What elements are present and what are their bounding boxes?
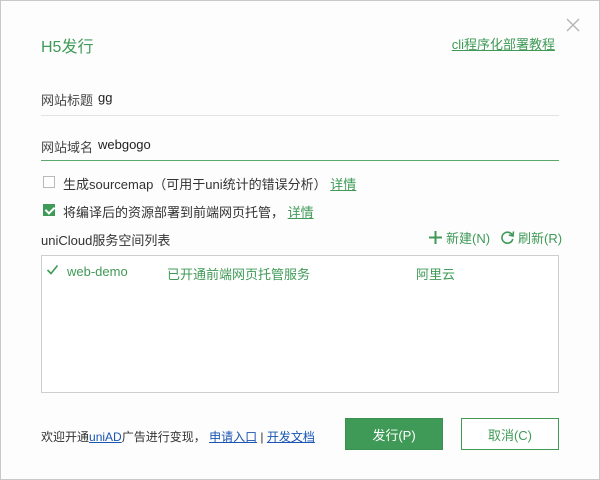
site-title-input[interactable]: gg <box>98 90 112 105</box>
cli-tutorial-link[interactable]: cli程序化部署教程 <box>452 34 555 53</box>
sourcemap-checkbox[interactable] <box>43 176 55 188</box>
publish-button[interactable]: 发行(P) <box>345 418 443 450</box>
space-row[interactable]: web-demo 已开通前端网页托管服务 阿里云 <box>42 262 558 282</box>
site-domain-underline <box>41 160 559 161</box>
space-list: web-demo 已开通前端网页托管服务 阿里云 <box>41 255 559 393</box>
close-icon[interactable] <box>565 17 581 33</box>
sourcemap-label: 生成sourcemap（可用于uni统计的错误分析） <box>63 177 327 192</box>
site-title-label: 网站标题 <box>41 93 94 108</box>
check-icon <box>46 263 59 279</box>
uniad-prefix: 欢迎开通 <box>41 430 90 444</box>
unicloud-list-title: uniCloud服务空间列表 <box>41 233 171 248</box>
dev-docs-link[interactable]: 开发文档 <box>267 430 315 444</box>
deploy-checkbox[interactable] <box>43 204 55 216</box>
cancel-button[interactable]: 取消(C) <box>461 418 559 450</box>
refresh-icon <box>501 231 515 244</box>
uniad-middle: 广告进行变现， <box>121 430 206 444</box>
refresh-label: 刷新(R) <box>518 231 563 246</box>
sourcemap-option: 生成sourcemap（可用于uni统计的错误分析） 详情 <box>63 174 356 193</box>
h5-publish-dialog: H5发行 cli程序化部署教程 网站标题 gg 网站域名 webgogo 生成s… <box>0 0 600 480</box>
new-space-label: 新建(N) <box>446 231 491 246</box>
deploy-details-link[interactable]: 详情 <box>288 205 314 220</box>
site-domain-label: 网站域名 <box>41 140 94 155</box>
apply-entry-link[interactable]: 申请入口 <box>209 430 257 444</box>
dialog-title: H5发行 <box>41 39 94 56</box>
footer-separator: | <box>260 430 264 444</box>
space-name: web-demo <box>67 264 128 279</box>
uniad-link[interactable]: uniAD <box>89 430 122 444</box>
deploy-option: 将编译后的资源部署到前端网页托管， 详情 <box>63 202 314 221</box>
space-provider: 阿里云 <box>416 267 456 282</box>
new-space-button[interactable]: 新建(N) <box>428 228 490 247</box>
refresh-button[interactable]: 刷新(R) <box>500 228 562 247</box>
sourcemap-details-link[interactable]: 详情 <box>330 177 356 192</box>
plus-icon <box>429 231 442 244</box>
space-status: 已开通前端网页托管服务 <box>167 267 311 282</box>
deploy-label: 将编译后的资源部署到前端网页托管， <box>63 205 285 220</box>
uniad-notice: 欢迎开通uniAD广告进行变现， 申请入口 | 开发文档 <box>41 428 315 445</box>
site-title-underline <box>41 115 559 116</box>
site-domain-input[interactable]: webgogo <box>98 137 151 152</box>
